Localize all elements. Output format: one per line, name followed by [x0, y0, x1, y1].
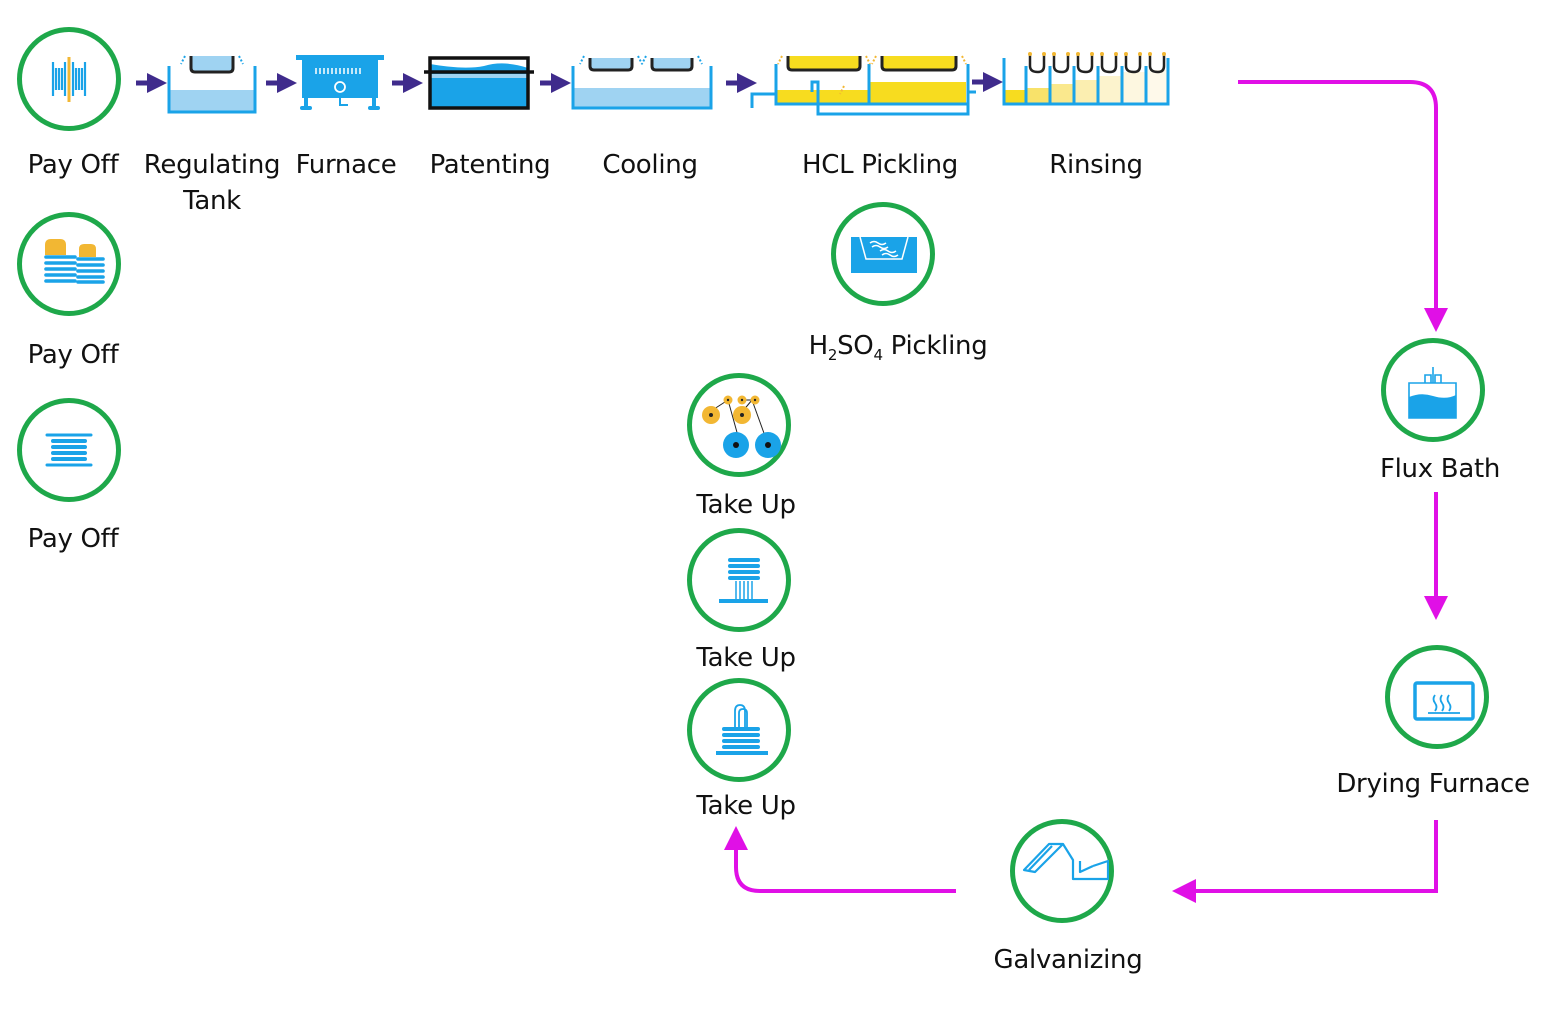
galvanizing-label: Galvanizing	[993, 945, 1143, 975]
take-up-node-2[interactable]	[687, 528, 791, 632]
regulating-tank-label: Regulating Tank	[140, 147, 284, 219]
rinsing-label: Rinsing	[1049, 150, 1143, 180]
hcl-pickling-tank-icon	[750, 55, 976, 116]
pay-off-label-2: Pay Off	[27, 340, 119, 370]
patenting-label: Patenting	[429, 150, 551, 180]
take-up-label-3: Take Up	[696, 791, 796, 821]
rinsing-cascade-icon	[1002, 52, 1170, 106]
pay-off-node-2[interactable]	[17, 212, 121, 316]
cooling-label: Cooling	[602, 150, 698, 180]
h2so4-h: H	[808, 331, 829, 361]
h2so4-so: SO	[837, 331, 874, 361]
regulating-label-line2: Tank	[183, 186, 241, 216]
h2so4-suffix: Pickling	[882, 331, 988, 361]
flux-bath-icon	[1408, 367, 1457, 419]
take-up-label-1: Take Up	[696, 490, 796, 520]
hcl-pickling-label: HCL Pickling	[802, 150, 958, 180]
spool-reel-icon	[51, 57, 87, 102]
patenting-bath-icon	[424, 56, 534, 110]
h2so4-sub-2: 2	[827, 346, 838, 364]
regulating-tank-icon	[167, 55, 257, 114]
coil-stack-icon	[44, 239, 105, 284]
pay-off-node-3[interactable]	[17, 398, 121, 502]
take-up-node-1[interactable]	[687, 373, 791, 477]
arrow-rinsing-to-flux-bath	[1238, 80, 1448, 332]
furnace-label: Furnace	[295, 150, 397, 180]
drying-furnace-node[interactable]	[1385, 645, 1489, 749]
arrow-galvanizing-to-take-up	[724, 826, 956, 893]
capstan-take-up-icon	[702, 395, 781, 458]
pay-off-label-1: Pay Off	[27, 150, 119, 180]
regulating-label-line1: Regulating	[143, 150, 281, 180]
pay-off-node-1[interactable]	[17, 27, 121, 131]
flux-bath-label: Flux Bath	[1379, 454, 1501, 484]
h2so4-pickling-label: H2SO4 Pickling	[800, 328, 996, 364]
coil-take-up-icon	[719, 558, 768, 603]
spool-flat-icon	[45, 433, 93, 467]
flux-bath-node[interactable]	[1381, 338, 1485, 442]
take-up-label-2: Take Up	[696, 643, 796, 673]
h2so4-sub-4: 4	[873, 346, 883, 364]
pay-off-label-3: Pay Off	[27, 524, 119, 554]
furnace-icon	[296, 55, 384, 110]
stand-take-up-icon	[716, 704, 768, 755]
drying-furnace-label: Drying Furnace	[1336, 769, 1530, 799]
drying-oven-icon	[1413, 681, 1475, 721]
cooling-tank-icon	[571, 55, 713, 110]
arrow-drying-to-galvanizing	[1172, 820, 1438, 903]
galvanizing-node[interactable]	[1010, 819, 1114, 923]
acid-bath-icon	[851, 236, 917, 273]
take-up-node-3[interactable]	[687, 678, 791, 782]
galvanizing-kettle-icon	[1022, 842, 1109, 881]
h2so4-pickling-node[interactable]	[831, 202, 935, 306]
